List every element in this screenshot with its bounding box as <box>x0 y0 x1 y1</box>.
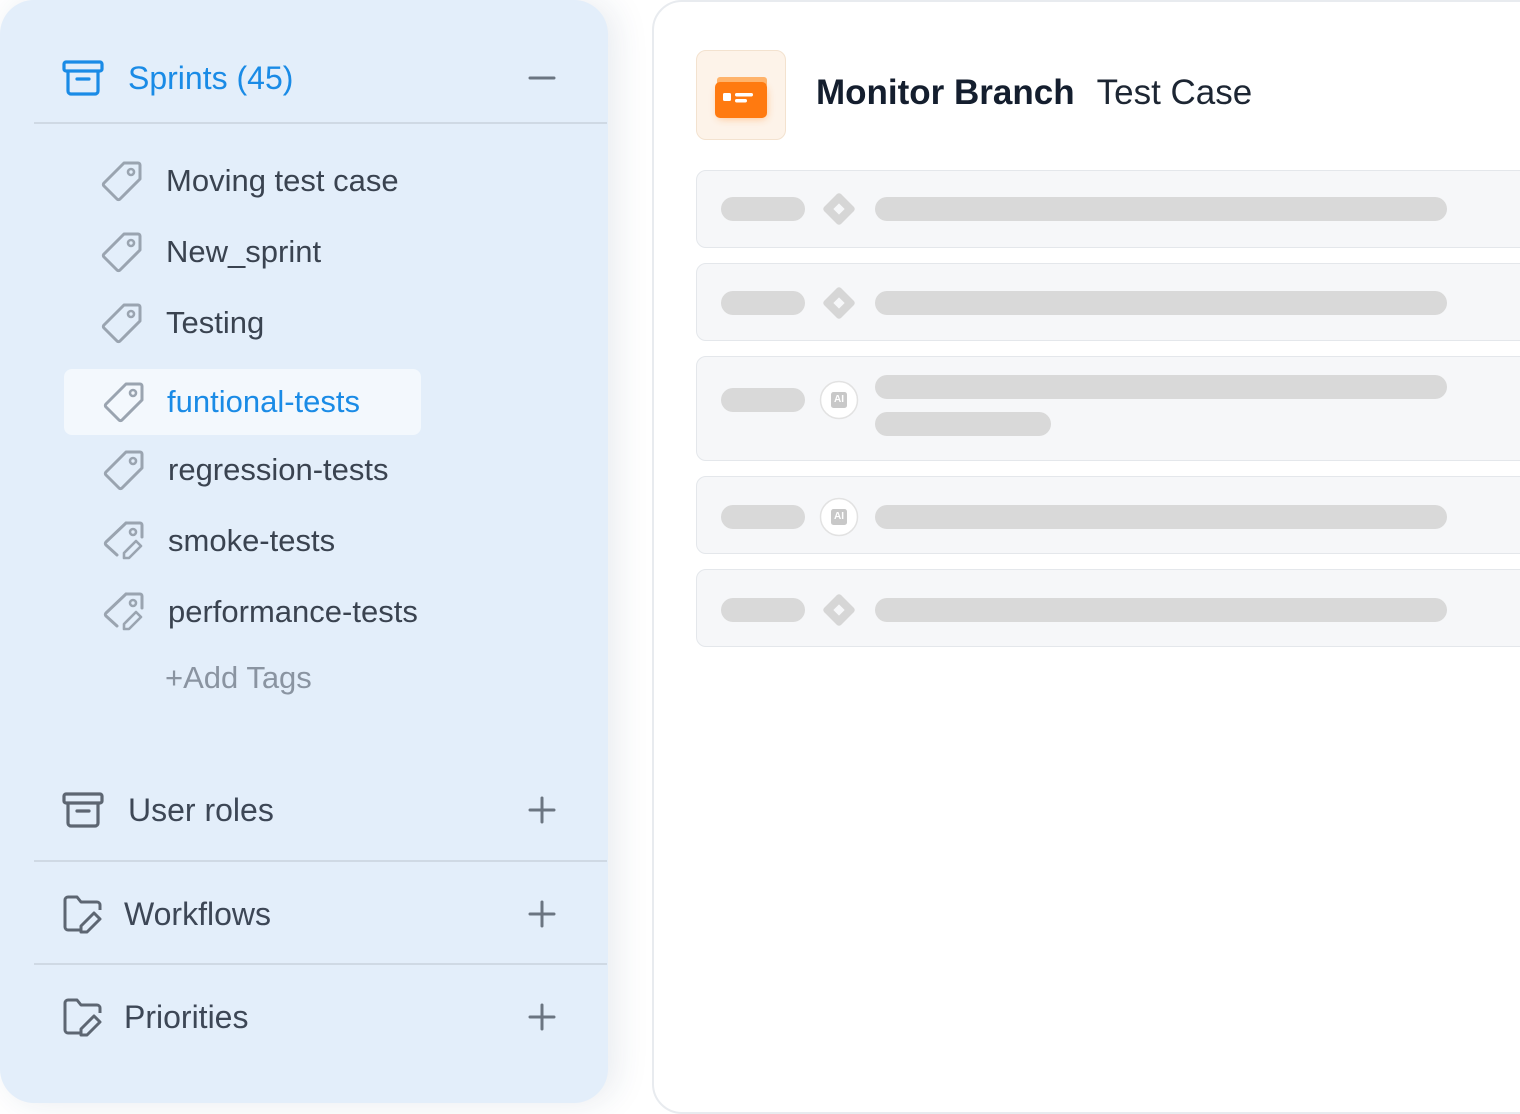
divider <box>34 122 607 124</box>
tag-icon <box>101 161 142 202</box>
list-item[interactable]: AI <box>696 356 1520 461</box>
tag-edit-icon <box>103 521 144 560</box>
sidebar: Sprints (45) Moving test case New_sprint… <box>0 0 608 1103</box>
archive-box-icon <box>62 792 104 828</box>
skeleton-bar <box>875 505 1447 529</box>
skeleton-bar <box>875 412 1051 436</box>
tag-label: smoke-tests <box>168 523 336 558</box>
section-header-priorities[interactable]: Priorities <box>34 965 607 1069</box>
add-tags-link[interactable]: +Add Tags <box>165 660 312 696</box>
list-item[interactable] <box>696 569 1520 647</box>
tag-item-funtional-tests[interactable]: funtional-tests <box>64 369 421 435</box>
tag-item-new-sprint[interactable]: New_sprint <box>100 219 500 285</box>
section-header-user-roles[interactable]: User roles <box>34 758 607 862</box>
archive-box-icon <box>62 60 104 96</box>
skeleton-bar <box>875 197 1447 221</box>
skeleton-bar <box>721 505 805 529</box>
workflows-label: Workflows <box>124 895 271 932</box>
section-header-workflows[interactable]: Workflows <box>34 862 607 966</box>
main-panel <box>652 0 1520 1114</box>
plus-icon[interactable] <box>524 896 560 932</box>
tag-label: performance-tests <box>168 594 418 629</box>
sprints-label: Sprints (45) <box>128 59 294 96</box>
ai-badge-text: AI <box>834 511 844 522</box>
tag-label: Testing <box>166 305 265 340</box>
skeleton-bar <box>721 197 805 221</box>
list-item[interactable] <box>696 170 1520 248</box>
minus-icon[interactable] <box>524 60 560 96</box>
priorities-label: Priorities <box>124 998 249 1035</box>
diamond-icon <box>823 287 855 319</box>
tag-label: New_sprint <box>166 234 322 269</box>
tag-label: regression-tests <box>168 452 389 487</box>
diamond-icon <box>823 193 855 225</box>
plus-icon[interactable] <box>524 792 560 828</box>
skeleton-bar <box>721 598 805 622</box>
tag-icon <box>103 382 144 423</box>
tag-edit-icon <box>103 592 144 631</box>
skeleton-bar <box>875 375 1447 399</box>
list-item[interactable]: AI <box>696 476 1520 554</box>
diamond-icon <box>823 594 855 626</box>
skeleton-bar <box>875 291 1447 315</box>
page-header: Monitor Branch Test Case <box>816 70 1252 116</box>
tag-item-testing[interactable]: Testing <box>100 290 500 356</box>
tag-item-moving-test-case[interactable]: Moving test case <box>100 148 500 214</box>
folder-edit-icon <box>63 895 102 934</box>
tag-icon <box>101 232 142 273</box>
tag-icon <box>101 303 142 344</box>
skeleton-bar <box>875 598 1447 622</box>
section-header-sprints[interactable]: Sprints (45) <box>34 26 607 130</box>
page-title: Monitor Branch <box>816 73 1075 112</box>
page-subtitle: Test Case <box>1096 73 1253 112</box>
list-item[interactable] <box>696 263 1520 341</box>
tag-item-performance-tests[interactable]: performance-tests <box>102 579 502 645</box>
skeleton-bar <box>721 291 805 315</box>
tag-item-regression-tests[interactable]: regression-tests <box>102 437 502 503</box>
tag-item-smoke-tests[interactable]: smoke-tests <box>102 508 502 574</box>
branch-folder-icon <box>696 50 786 140</box>
folder-edit-icon <box>63 998 102 1037</box>
ai-badge-text: AI <box>834 394 844 405</box>
plus-icon[interactable] <box>524 999 560 1035</box>
user-roles-label: User roles <box>128 791 274 828</box>
skeleton-bar <box>721 388 805 412</box>
tag-label: funtional-tests <box>167 384 360 419</box>
tag-icon <box>103 450 144 491</box>
tag-label: Moving test case <box>166 163 399 198</box>
